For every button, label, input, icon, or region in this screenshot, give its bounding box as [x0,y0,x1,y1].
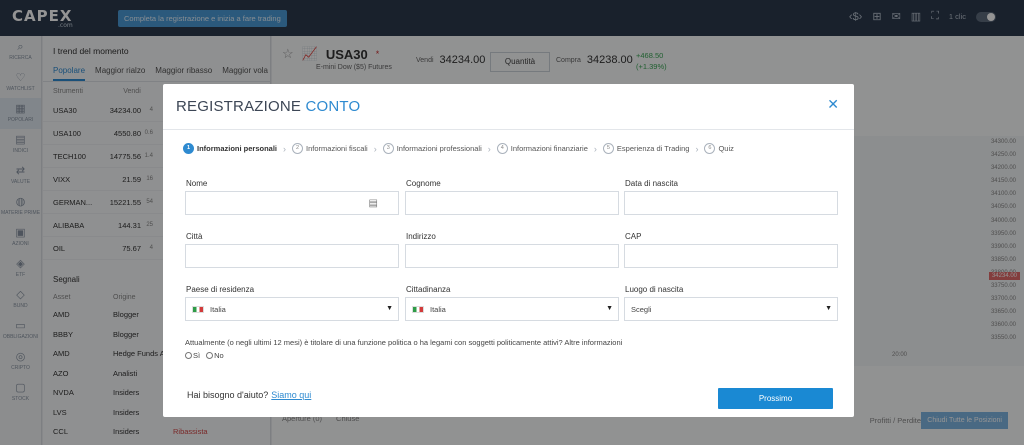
chevron-right-icon: › [695,143,699,154]
dropdown-arrow-icon: ▼ [825,305,832,312]
italy-flag-icon [412,305,424,313]
step-professional[interactable]: 3 Informazioni professionali [382,143,482,154]
nome-label: Nome [186,179,208,188]
data-nascita-label: Data di nascita [625,179,678,188]
cap-input[interactable] [624,244,838,268]
id-card-icon: ▤ [368,198,378,209]
step-financial[interactable]: 4 Informazioni finanziarie [496,143,588,154]
pep-radio-group: Sì No [185,351,224,360]
dropdown-arrow-icon: ▼ [606,305,613,312]
data-nascita-input[interactable] [624,191,838,215]
help-section: Hai bisogno d'aiuto? Siamo qui [187,390,312,400]
step-personal[interactable]: 1 Informazioni personali [183,143,277,154]
paese-select[interactable]: Italia ▼ [185,297,399,321]
app: CAPEX .com Completa la registrazione e i… [0,0,1024,445]
italy-flag-icon [192,305,204,313]
citta-label: Città [186,232,203,241]
radio-si[interactable]: Sì [185,351,200,360]
radio-circle-icon [206,352,214,359]
help-link[interactable]: Siamo qui [271,390,311,400]
cittadinanza-select[interactable]: Italia ▼ [405,297,619,321]
chevron-right-icon: › [593,143,597,154]
chevron-right-icon: › [373,143,377,154]
step-fiscal[interactable]: 2 Informazioni fiscali [292,143,368,154]
cap-label: CAP [625,232,642,241]
chevron-right-icon: › [283,143,287,154]
registration-modal: REGISTRAZIONE CONTO ✕ 1 Informazioni pers… [163,84,854,417]
step-quiz[interactable]: 6 Quiz [704,143,734,154]
indirizzo-label: Indirizzo [406,232,436,241]
close-icon[interactable]: ✕ [827,96,839,113]
modal-divider [163,129,854,130]
chevron-right-icon: › [487,143,491,154]
next-button[interactable]: Prossimo [718,388,833,409]
citta-input[interactable] [185,244,399,268]
cognome-label: Cognome [406,179,441,188]
radio-circle-icon [185,352,192,359]
registration-steps: 1 Informazioni personali › 2 Informazioni … [183,143,734,154]
nome-input[interactable]: ▤ [185,191,399,215]
politically-exposed-question: Attualmente (o negli ultimi 12 mesi) è t… [185,338,623,347]
dropdown-arrow-icon: ▼ [386,305,393,312]
step-trading-experience[interactable]: 5 Esperienza di Trading [602,143,689,154]
cognome-input[interactable] [405,191,619,215]
modal-title: REGISTRAZIONE CONTO [176,98,361,115]
luogo-nascita-select[interactable]: Scegli ▼ [624,297,838,321]
paese-label: Paese di residenza [186,285,255,294]
luogo-nascita-label: Luogo di nascita [625,285,684,294]
indirizzo-input[interactable] [405,244,619,268]
cittadinanza-label: Cittadinanza [406,285,451,294]
radio-no[interactable]: No [206,351,224,360]
